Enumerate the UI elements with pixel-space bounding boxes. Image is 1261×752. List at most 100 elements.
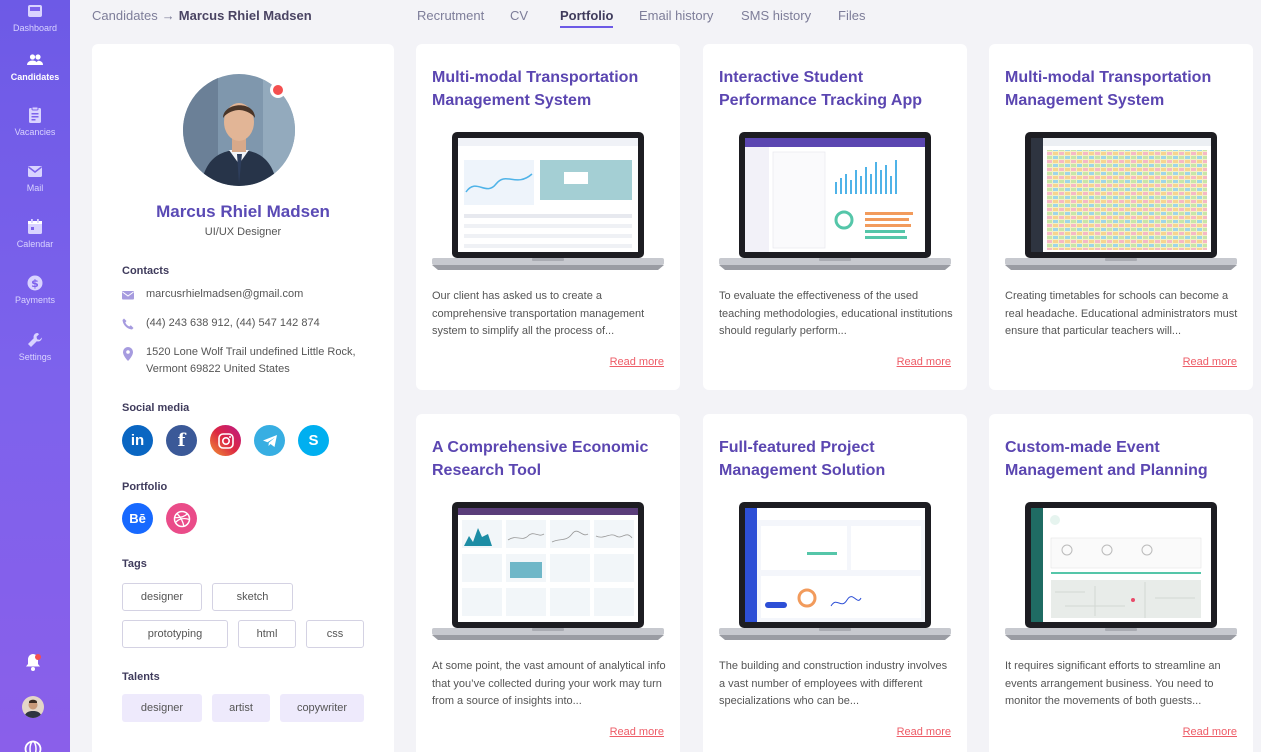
mail-icon	[28, 166, 42, 177]
portfolio-title: Portfolio	[122, 481, 168, 493]
project-description: At some point, the vast amount of analyt…	[432, 660, 666, 707]
portfolio-links: Bē	[122, 503, 197, 534]
project-screenshot	[719, 502, 951, 640]
sidebar-item-label: Dashboard	[12, 23, 58, 33]
tag-chip[interactable]: css	[306, 620, 364, 648]
project-description: To evaluate the effectiveness of the use…	[719, 290, 953, 337]
social-media-title: Social media	[122, 402, 190, 414]
globe-icon[interactable]	[24, 740, 42, 752]
mail-icon	[122, 291, 134, 300]
sidebar-item-candidates[interactable]: Candidates	[0, 51, 70, 82]
address-text: 1520 Lone Wolf Trail undefined Little Ro…	[146, 346, 356, 375]
breadcrumb-root[interactable]: Candidates	[92, 8, 158, 23]
tag-chip[interactable]: prototyping	[122, 620, 228, 648]
sidebar-item-vacancies[interactable]: Vacancies	[0, 106, 70, 137]
breadcrumb: Candidates → Marcus Rhiel Madsen	[92, 8, 312, 23]
contact-email[interactable]: marcusrhielmadsen@gmail.com	[122, 286, 303, 303]
tab-recruitment[interactable]: Recrutment	[417, 8, 484, 23]
tab-files[interactable]: Files	[838, 8, 865, 23]
social-links: in f S	[122, 425, 329, 456]
project-title[interactable]: Full-featured Project Management Solutio…	[719, 436, 951, 482]
project-screenshot	[432, 502, 664, 640]
email-text: marcusrhielmadsen@gmail.com	[146, 288, 304, 300]
breadcrumb-current: Marcus Rhiel Madsen	[178, 8, 312, 23]
project-description: It requires significant efforts to strea…	[1005, 660, 1221, 707]
user-avatar[interactable]	[22, 696, 44, 718]
linkedin-icon[interactable]: in	[122, 425, 153, 456]
portfolio-card[interactable]: Interactive Student Performance Tracking…	[703, 44, 967, 390]
tab-sms-history[interactable]: SMS history	[741, 8, 811, 23]
online-status-dot	[270, 82, 286, 98]
tab-portfolio[interactable]: Portfolio	[560, 8, 614, 28]
tab-cv[interactable]: CV	[510, 8, 528, 23]
facebook-icon[interactable]: f	[166, 425, 197, 456]
talent-chip[interactable]: designer	[122, 694, 202, 722]
portfolio-card[interactable]: A Comprehensive Economic Research Tool A…	[416, 414, 680, 752]
candidate-role: UI/UX Designer	[204, 226, 282, 238]
read-more-link[interactable]: Read more	[1183, 356, 1237, 368]
portfolio-card[interactable]: Custom-made Event Management and Plannin…	[989, 414, 1253, 752]
read-more-link[interactable]: Read more	[897, 726, 951, 738]
sidebar-item-calendar[interactable]: Calendar	[0, 218, 70, 249]
dribbble-icon[interactable]	[166, 503, 197, 534]
wrench-icon	[28, 333, 42, 347]
tab-email-history[interactable]: Email history	[639, 8, 713, 23]
project-screenshot	[1005, 502, 1237, 640]
profile-card: Marcus Rhiel Madsen UI/UX Designer Conta…	[92, 44, 394, 752]
sidebar-item-label: Payments	[14, 295, 56, 305]
telegram-icon[interactable]	[254, 425, 285, 456]
phone-icon	[122, 318, 134, 330]
portfolio-card[interactable]: Full-featured Project Management Solutio…	[703, 414, 967, 752]
calendar-icon	[28, 219, 42, 234]
tag-chip[interactable]: html	[238, 620, 296, 648]
sidebar-item-label: Calendar	[16, 239, 54, 249]
project-title[interactable]: A Comprehensive Economic Research Tool	[432, 436, 664, 482]
project-title[interactable]: Multi-modal Transportation Management Sy…	[1005, 66, 1237, 112]
sidebar-item-dashboard[interactable]: Dashboard	[0, 2, 70, 33]
project-description: The building and construction industry i…	[719, 660, 948, 707]
sidebar-item-payments[interactable]: $ Payments	[0, 274, 70, 305]
candidate-name: Marcus Rhiel Madsen	[156, 202, 330, 221]
tags-title: Tags	[122, 558, 147, 570]
contacts-title: Contacts	[122, 265, 170, 277]
project-title[interactable]: Custom-made Event Management and Plannin…	[1005, 436, 1237, 482]
read-more-link[interactable]: Read more	[610, 356, 664, 368]
svg-text:$: $	[31, 277, 39, 290]
behance-icon[interactable]: Bē	[122, 503, 153, 534]
read-more-link[interactable]: Read more	[1183, 726, 1237, 738]
location-pin-icon	[123, 347, 133, 361]
sidebar-item-label: Settings	[18, 352, 52, 362]
sidebar-item-label: Candidates	[10, 72, 60, 82]
instagram-icon[interactable]	[210, 425, 241, 456]
sidebar-item-mail[interactable]: Mail	[0, 162, 70, 193]
portfolio-card[interactable]: Multi-modal Transportation Management Sy…	[989, 44, 1253, 390]
talent-chip[interactable]: artist	[212, 694, 270, 722]
contact-address: 1520 Lone Wolf Trail undefined Little Ro…	[122, 344, 372, 378]
read-more-link[interactable]: Read more	[897, 356, 951, 368]
sidebar-item-label: Mail	[26, 183, 44, 193]
skype-icon[interactable]: S	[298, 425, 329, 456]
project-description: Creating timetables for schools can beco…	[1005, 290, 1238, 337]
bell-icon[interactable]	[23, 652, 43, 672]
sidebar: Dashboard Candidates Vacancies Mail Cale…	[0, 0, 70, 752]
project-title[interactable]: Interactive Student Performance Tracking…	[719, 66, 951, 112]
breadcrumb-arrow: →	[161, 8, 175, 23]
dashboard-icon	[28, 5, 42, 17]
project-description: Our client has asked us to create a comp…	[432, 290, 645, 337]
sidebar-item-label: Vacancies	[14, 127, 56, 137]
talent-chip[interactable]: copywriter	[280, 694, 364, 722]
project-screenshot	[1005, 132, 1237, 270]
talents-title: Talents	[122, 671, 160, 683]
contact-phone[interactable]: (44) 243 638 912, (44) 547 142 874	[122, 315, 320, 332]
candidates-icon	[27, 54, 43, 65]
project-screenshot	[719, 132, 951, 270]
dollar-icon: $	[27, 275, 43, 291]
tag-chip[interactable]: designer	[122, 583, 202, 611]
tag-chip[interactable]: sketch	[212, 583, 293, 611]
project-screenshot	[432, 132, 664, 270]
clipboard-icon	[29, 106, 41, 123]
sidebar-item-settings[interactable]: Settings	[0, 331, 70, 362]
read-more-link[interactable]: Read more	[610, 726, 664, 738]
project-title[interactable]: Multi-modal Transportation Management Sy…	[432, 66, 664, 112]
portfolio-card[interactable]: Multi-modal Transportation Management Sy…	[416, 44, 680, 390]
